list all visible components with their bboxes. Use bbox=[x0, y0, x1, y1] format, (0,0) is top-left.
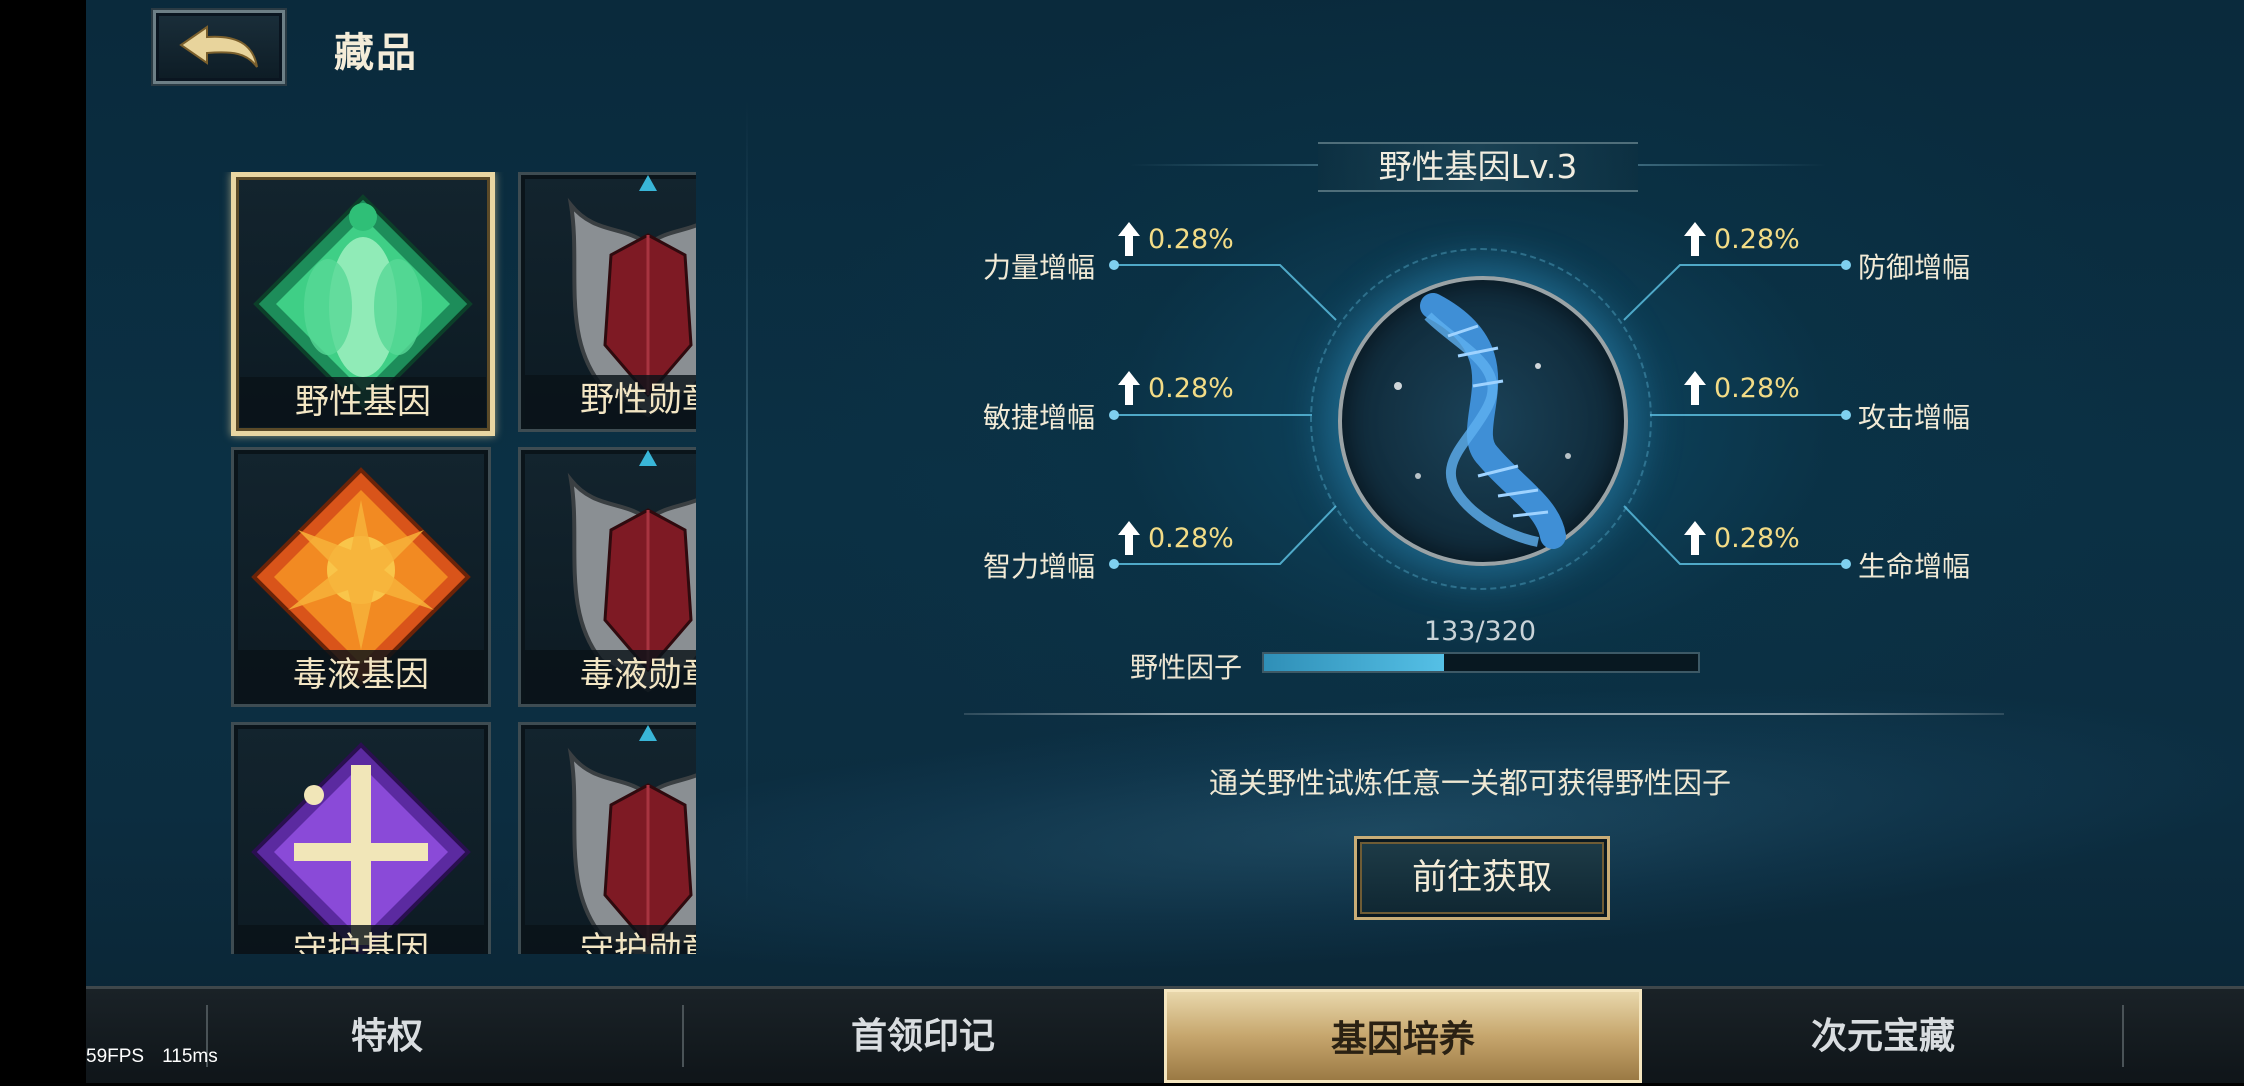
up-arrow-icon bbox=[1684, 371, 1706, 405]
gene-emblem bbox=[1338, 276, 1628, 566]
up-arrow-icon bbox=[1118, 521, 1140, 555]
dna-helix-icon bbox=[1394, 293, 1571, 549]
stat-label-strength: 力量增幅 bbox=[983, 251, 1096, 284]
go-acquire-button[interactable]: 前往获取 bbox=[1354, 836, 1610, 920]
stat-value-defense: 0.28% bbox=[1684, 222, 1800, 256]
up-arrow-icon bbox=[1684, 521, 1706, 555]
tab-boss-mark[interactable]: 首领印记 bbox=[684, 989, 1162, 1083]
progress-label: 野性因子 bbox=[1130, 651, 1243, 684]
stat-value-agility: 0.28% bbox=[1118, 371, 1234, 405]
stat-value-strength: 0.28% bbox=[1118, 222, 1234, 256]
up-arrow-icon bbox=[1118, 371, 1140, 405]
progress-fill bbox=[1264, 654, 1445, 671]
up-arrow-icon bbox=[1684, 222, 1706, 256]
progress-count: 133/320 bbox=[1423, 616, 1537, 647]
stat-value-attack: 0.28% bbox=[1684, 371, 1800, 405]
stat-value-health: 0.28% bbox=[1684, 521, 1800, 555]
bottom-tab-bar: 特权 首领印记 基因培养 次元宝藏 bbox=[86, 986, 2244, 1083]
tab-privilege[interactable]: 特权 bbox=[208, 989, 566, 1083]
tab-gene-training[interactable]: 基因培养 bbox=[1164, 989, 1642, 1083]
stat-label-health: 生命增幅 bbox=[1858, 550, 1971, 583]
latency-counter: 115ms bbox=[162, 1046, 218, 1067]
section-divider bbox=[964, 713, 2004, 715]
fps-counter: 59FPS bbox=[86, 1046, 145, 1067]
up-arrow-icon bbox=[1118, 222, 1140, 256]
stat-value-intellect: 0.28% bbox=[1118, 521, 1234, 555]
stat-label-defense: 防御增幅 bbox=[1858, 251, 1971, 284]
tab-dimension-treasure[interactable]: 次元宝藏 bbox=[1644, 989, 2122, 1083]
fps-overlay: 59FPS 115ms bbox=[86, 1046, 236, 1068]
stat-label-intellect: 智力增幅 bbox=[983, 550, 1096, 583]
acquire-hint: 通关野性试炼任意一关都可获得野性因子 bbox=[1208, 766, 1731, 800]
stat-label-agility: 敏捷增幅 bbox=[983, 401, 1096, 434]
progress-bar bbox=[1262, 652, 1700, 673]
stat-label-attack: 攻击增幅 bbox=[1858, 401, 1971, 434]
